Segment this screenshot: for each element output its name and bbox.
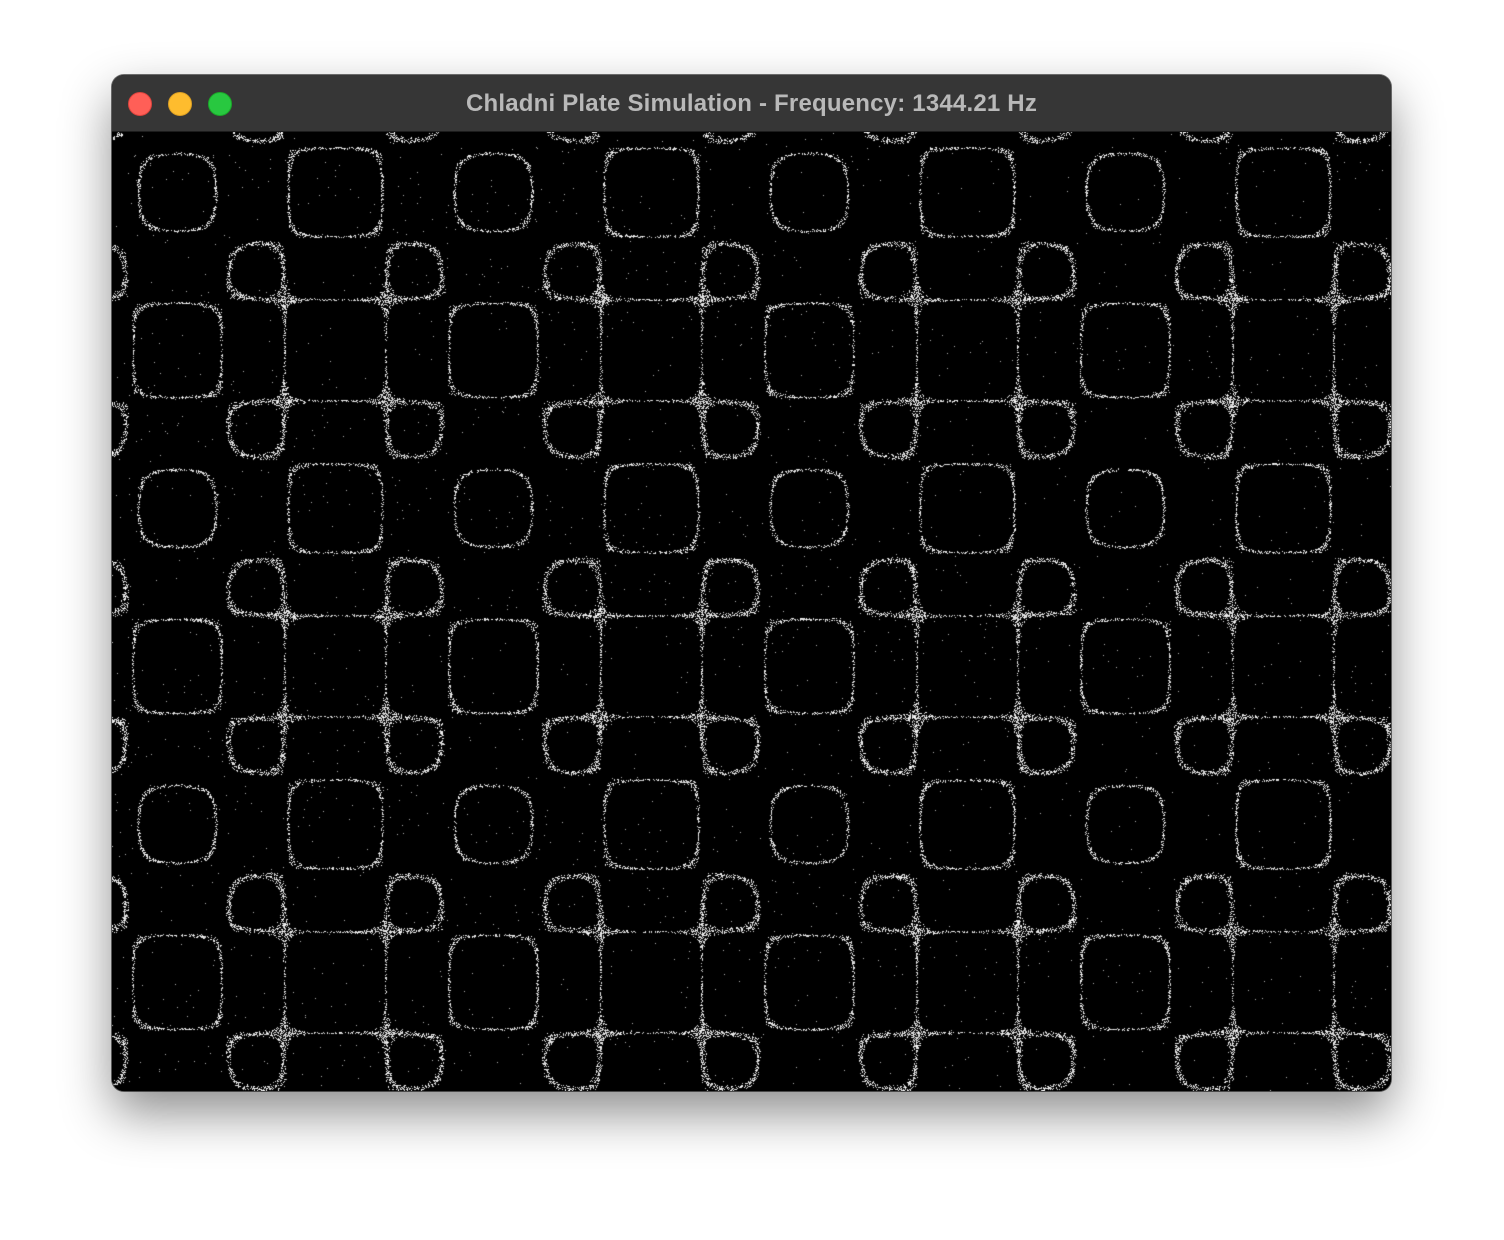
title-bar[interactable]: Chladni Plate Simulation - Frequency: 13… — [112, 75, 1391, 132]
window-title: Chladni Plate Simulation - Frequency: 13… — [465, 90, 1038, 117]
chladni-plate-canvas[interactable] — [112, 132, 1391, 1091]
simulation-view[interactable] — [112, 132, 1391, 1091]
app-window: Chladni Plate Simulation - Frequency: 13… — [112, 75, 1391, 1091]
